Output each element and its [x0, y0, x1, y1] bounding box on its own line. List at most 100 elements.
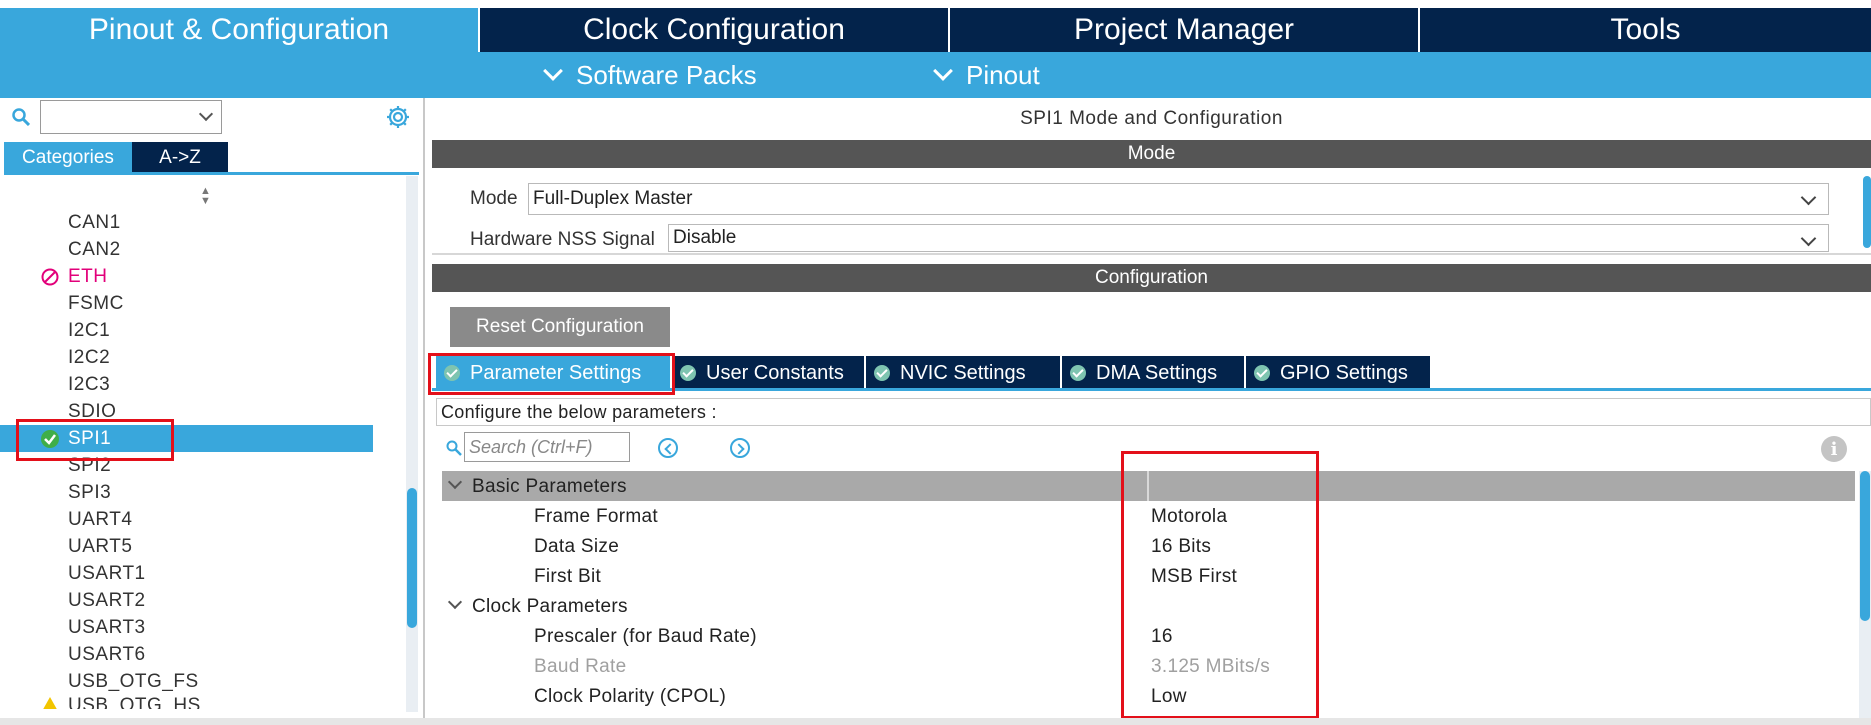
list-item-label: USART1 — [68, 562, 146, 584]
list-item-usart3[interactable]: USART3 — [0, 614, 410, 641]
left-scrollbar[interactable] — [406, 176, 418, 712]
list-item-can2[interactable]: CAN2 — [0, 236, 410, 263]
param-name: Frame Format — [534, 506, 658, 527]
configure-hint: Configure the below parameters : — [436, 398, 1871, 426]
panel-title: SPI1 Mode and Configuration — [1020, 108, 1283, 129]
chevron-down-icon — [447, 474, 463, 490]
search-icon — [446, 440, 462, 456]
tab-label: GPIO Settings — [1280, 361, 1408, 384]
list-item-can1[interactable]: CAN1 — [0, 209, 410, 236]
parameter-search-input[interactable]: Search (Ctrl+F) — [464, 432, 630, 462]
tab-categories[interactable]: Categories — [4, 142, 132, 174]
tab-label: NVIC Settings — [900, 361, 1026, 384]
list-item-fsmc[interactable]: FSMC — [0, 290, 410, 317]
list-item-usart1[interactable]: USART1 — [0, 560, 410, 587]
sub-menu-bar: Software Packs Pinout — [0, 52, 1871, 98]
category-tabs: Categories A->Z — [4, 142, 228, 174]
mode-select-value: Full-Duplex Master — [533, 188, 693, 209]
list-item-label: USART6 — [68, 643, 146, 665]
list-item-uart5[interactable]: UART5 — [0, 533, 410, 560]
list-item-label: I2C2 — [68, 346, 111, 368]
list-item-label: USART2 — [68, 589, 146, 611]
check-circle-icon — [1254, 365, 1270, 381]
list-item-spi3[interactable]: SPI3 — [0, 479, 410, 506]
group-label: Clock Parameters — [472, 596, 628, 617]
highlight-box-spi1 — [16, 419, 174, 461]
pinout-label: Pinout — [966, 59, 1040, 90]
mode-divider — [432, 253, 1871, 255]
hardware-nss-select[interactable]: Disable — [668, 224, 1829, 252]
hardware-nss-label: Hardware NSS Signal — [470, 229, 655, 250]
list-item-label: ETH — [68, 265, 108, 287]
chevron-down-icon — [1800, 230, 1817, 247]
list-item-i2c2[interactable]: I2C2 — [0, 344, 410, 371]
list-item-usart2[interactable]: USART2 — [0, 587, 410, 614]
parameter-scrollbar-thumb[interactable] — [1860, 471, 1870, 621]
tab-nvic-settings[interactable]: NVIC Settings — [866, 356, 1060, 390]
list-item-label: USB_OTG_HS — [68, 695, 201, 709]
tab-label: User Constants — [706, 361, 844, 384]
parameter-scrollbar[interactable] — [1859, 471, 1871, 719]
list-item-i2c3[interactable]: I2C3 — [0, 371, 410, 398]
software-packs-label: Software Packs — [576, 59, 757, 90]
mode-select[interactable]: Full-Duplex Master — [528, 183, 1829, 215]
gear-icon[interactable] — [385, 104, 411, 130]
pinout-menu[interactable]: Pinout — [933, 52, 1040, 98]
next-match-button[interactable] — [730, 438, 750, 458]
list-item-eth[interactable]: ETH — [0, 263, 410, 290]
check-circle-icon — [874, 365, 890, 381]
param-name: Baud Rate — [534, 656, 627, 677]
previous-match-button[interactable] — [658, 438, 678, 458]
param-name: Data Size — [534, 536, 620, 557]
list-item-label: UART5 — [68, 535, 133, 557]
group-label: Basic Parameters — [472, 476, 627, 497]
left-scrollbar-thumb[interactable] — [407, 488, 417, 628]
list-item-i2c1[interactable]: I2C1 — [0, 317, 410, 344]
list-item-label: FSMC — [68, 292, 124, 314]
chevron-down-icon — [543, 61, 563, 81]
warning-icon — [43, 697, 57, 709]
tab-pinout-configuration[interactable]: Pinout & Configuration — [0, 8, 478, 52]
search-icon — [12, 108, 30, 126]
tab-label: DMA Settings — [1096, 361, 1218, 384]
highlight-box-values — [1121, 451, 1319, 719]
tab-gpio-settings[interactable]: GPIO Settings — [1246, 356, 1430, 390]
list-item-label: I2C3 — [68, 373, 111, 395]
chevron-down-icon — [1800, 189, 1817, 206]
sort-arrows-icon[interactable]: ▲ ▼ — [200, 186, 211, 207]
tab-clock-configuration[interactable]: Clock Configuration — [480, 8, 948, 52]
disabled-icon — [41, 268, 59, 286]
list-item-uart4[interactable]: UART4 — [0, 506, 410, 533]
info-icon[interactable]: i — [1821, 436, 1847, 462]
highlight-box-parameter-tab — [428, 353, 675, 395]
tab-project-manager[interactable]: Project Manager — [950, 8, 1418, 52]
param-name: Clock Polarity (CPOL) — [534, 686, 727, 707]
tab-dma-settings[interactable]: DMA Settings — [1062, 356, 1244, 390]
tab-user-constants[interactable]: User Constants — [672, 356, 864, 390]
param-name: Prescaler (for Baud Rate) — [534, 626, 757, 647]
peripheral-search-combo[interactable] — [40, 100, 222, 134]
reset-configuration-button[interactable]: Reset Configuration — [450, 307, 670, 347]
top-tab-bar: Pinout & Configuration Clock Configurati… — [0, 0, 1871, 52]
hardware-nss-value: Disable — [673, 227, 737, 248]
mode-scrollbar-thumb[interactable] — [1863, 176, 1871, 248]
bottom-border — [0, 718, 1871, 725]
category-tab-underline — [4, 172, 419, 175]
tab-tools[interactable]: Tools — [1420, 8, 1871, 52]
chevron-down-icon — [198, 106, 214, 122]
software-packs-menu[interactable]: Software Packs — [543, 52, 757, 98]
param-name: First Bit — [534, 566, 602, 587]
list-item-label: USB_OTG_FS — [68, 670, 199, 692]
tab-a-to-z[interactable]: A->Z — [132, 142, 228, 174]
list-item-label: I2C1 — [68, 319, 111, 341]
check-circle-icon — [680, 365, 696, 381]
list-item-label: USART3 — [68, 616, 146, 638]
list-item-label: UART4 — [68, 508, 133, 530]
list-item-usart6[interactable]: USART6 — [0, 641, 410, 668]
list-item-usb-otg-fs[interactable]: USB_OTG_FS — [0, 668, 410, 695]
mode-label: Mode — [470, 188, 518, 209]
list-item-label: CAN1 — [68, 211, 121, 233]
configuration-band: Configuration — [432, 264, 1871, 292]
list-item-usb-otg-hs[interactable]: USB_OTG_HS — [0, 695, 410, 709]
list-item-label: CAN2 — [68, 238, 121, 260]
